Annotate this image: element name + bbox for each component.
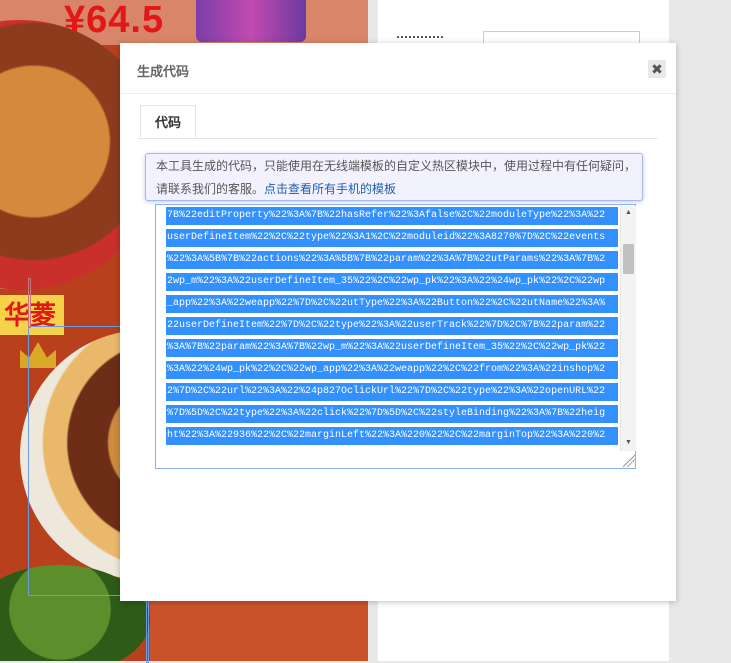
code-line: %3A%22%24wp_pk%22%2C%22wp_app%22%3A%22we… — [166, 361, 618, 379]
code-textarea[interactable]: 7B%22editProperty%22%3A%7B%22hasRefer%22… — [155, 204, 636, 469]
scroll-thumb[interactable] — [623, 244, 634, 274]
background-bottom-block — [150, 600, 368, 661]
scroll-down-icon[interactable]: ▼ — [621, 436, 636, 450]
code-line: 2wp_m%22%3A%22userDefineItem_35%22%2C%22… — [166, 273, 618, 291]
dialog-header: 生成代码 ✖ — [120, 43, 676, 94]
generate-code-dialog: 生成代码 ✖ 代码 本工具生成的代码，只能使用在无线端模板的自定义热区模块中，使… — [120, 43, 676, 601]
code-line: 22userDefineItem%22%7D%2C%22type%22%3A%2… — [166, 317, 618, 335]
dialog-title: 生成代码 — [137, 64, 190, 79]
code-line: 2%7D%2C%22url%22%3A%22%24p827OclickUrl%2… — [166, 383, 618, 401]
code-line: %22%3A%5B%7B%22actions%22%3A%5B%7B%22par… — [166, 251, 618, 269]
product-package-image — [196, 0, 306, 42]
close-icon[interactable]: ✖ — [648, 60, 666, 78]
code-line: 7B%22editProperty%22%3A%7B%22hasRefer%22… — [166, 207, 618, 225]
code-line: _app%22%3A%22weapp%22%7D%2C%22utType%22%… — [166, 295, 618, 313]
code-line: %7D%5D%2C%22type%22%3A%22click%22%7D%5D%… — [166, 405, 618, 423]
code-content[interactable]: 7B%22editProperty%22%3A%7B%22hasRefer%22… — [166, 207, 618, 465]
hotzone-outline — [146, 594, 149, 663]
scroll-up-icon[interactable]: ▲ — [621, 206, 636, 220]
tab-code[interactable]: 代码 — [140, 105, 196, 138]
view-templates-link[interactable]: 点击查看所有手机的模板 — [264, 182, 396, 196]
code-line: userDefineItem%22%2C%22type%22%3A1%2C%22… — [166, 229, 618, 247]
vertical-scrollbar[interactable]: ▲ ▼ — [620, 206, 636, 451]
price-text: ¥64.5 — [64, 0, 165, 41]
hotzone-outline — [28, 278, 31, 328]
notice-tooltip: 本工具生成的代码，只能使用在无线端模板的自定义热区模块中，使用过程中有任何疑问，… — [145, 153, 643, 201]
tab-bar: 代码 — [138, 105, 658, 139]
resize-grip-icon[interactable] — [621, 453, 635, 467]
code-line: ht%22%3A%22936%22%2C%22marginLeft%22%3A%… — [166, 427, 618, 445]
code-line: %3A%7B%22param%22%3A%7B%22wp_m%22%3A%22u… — [166, 339, 618, 357]
